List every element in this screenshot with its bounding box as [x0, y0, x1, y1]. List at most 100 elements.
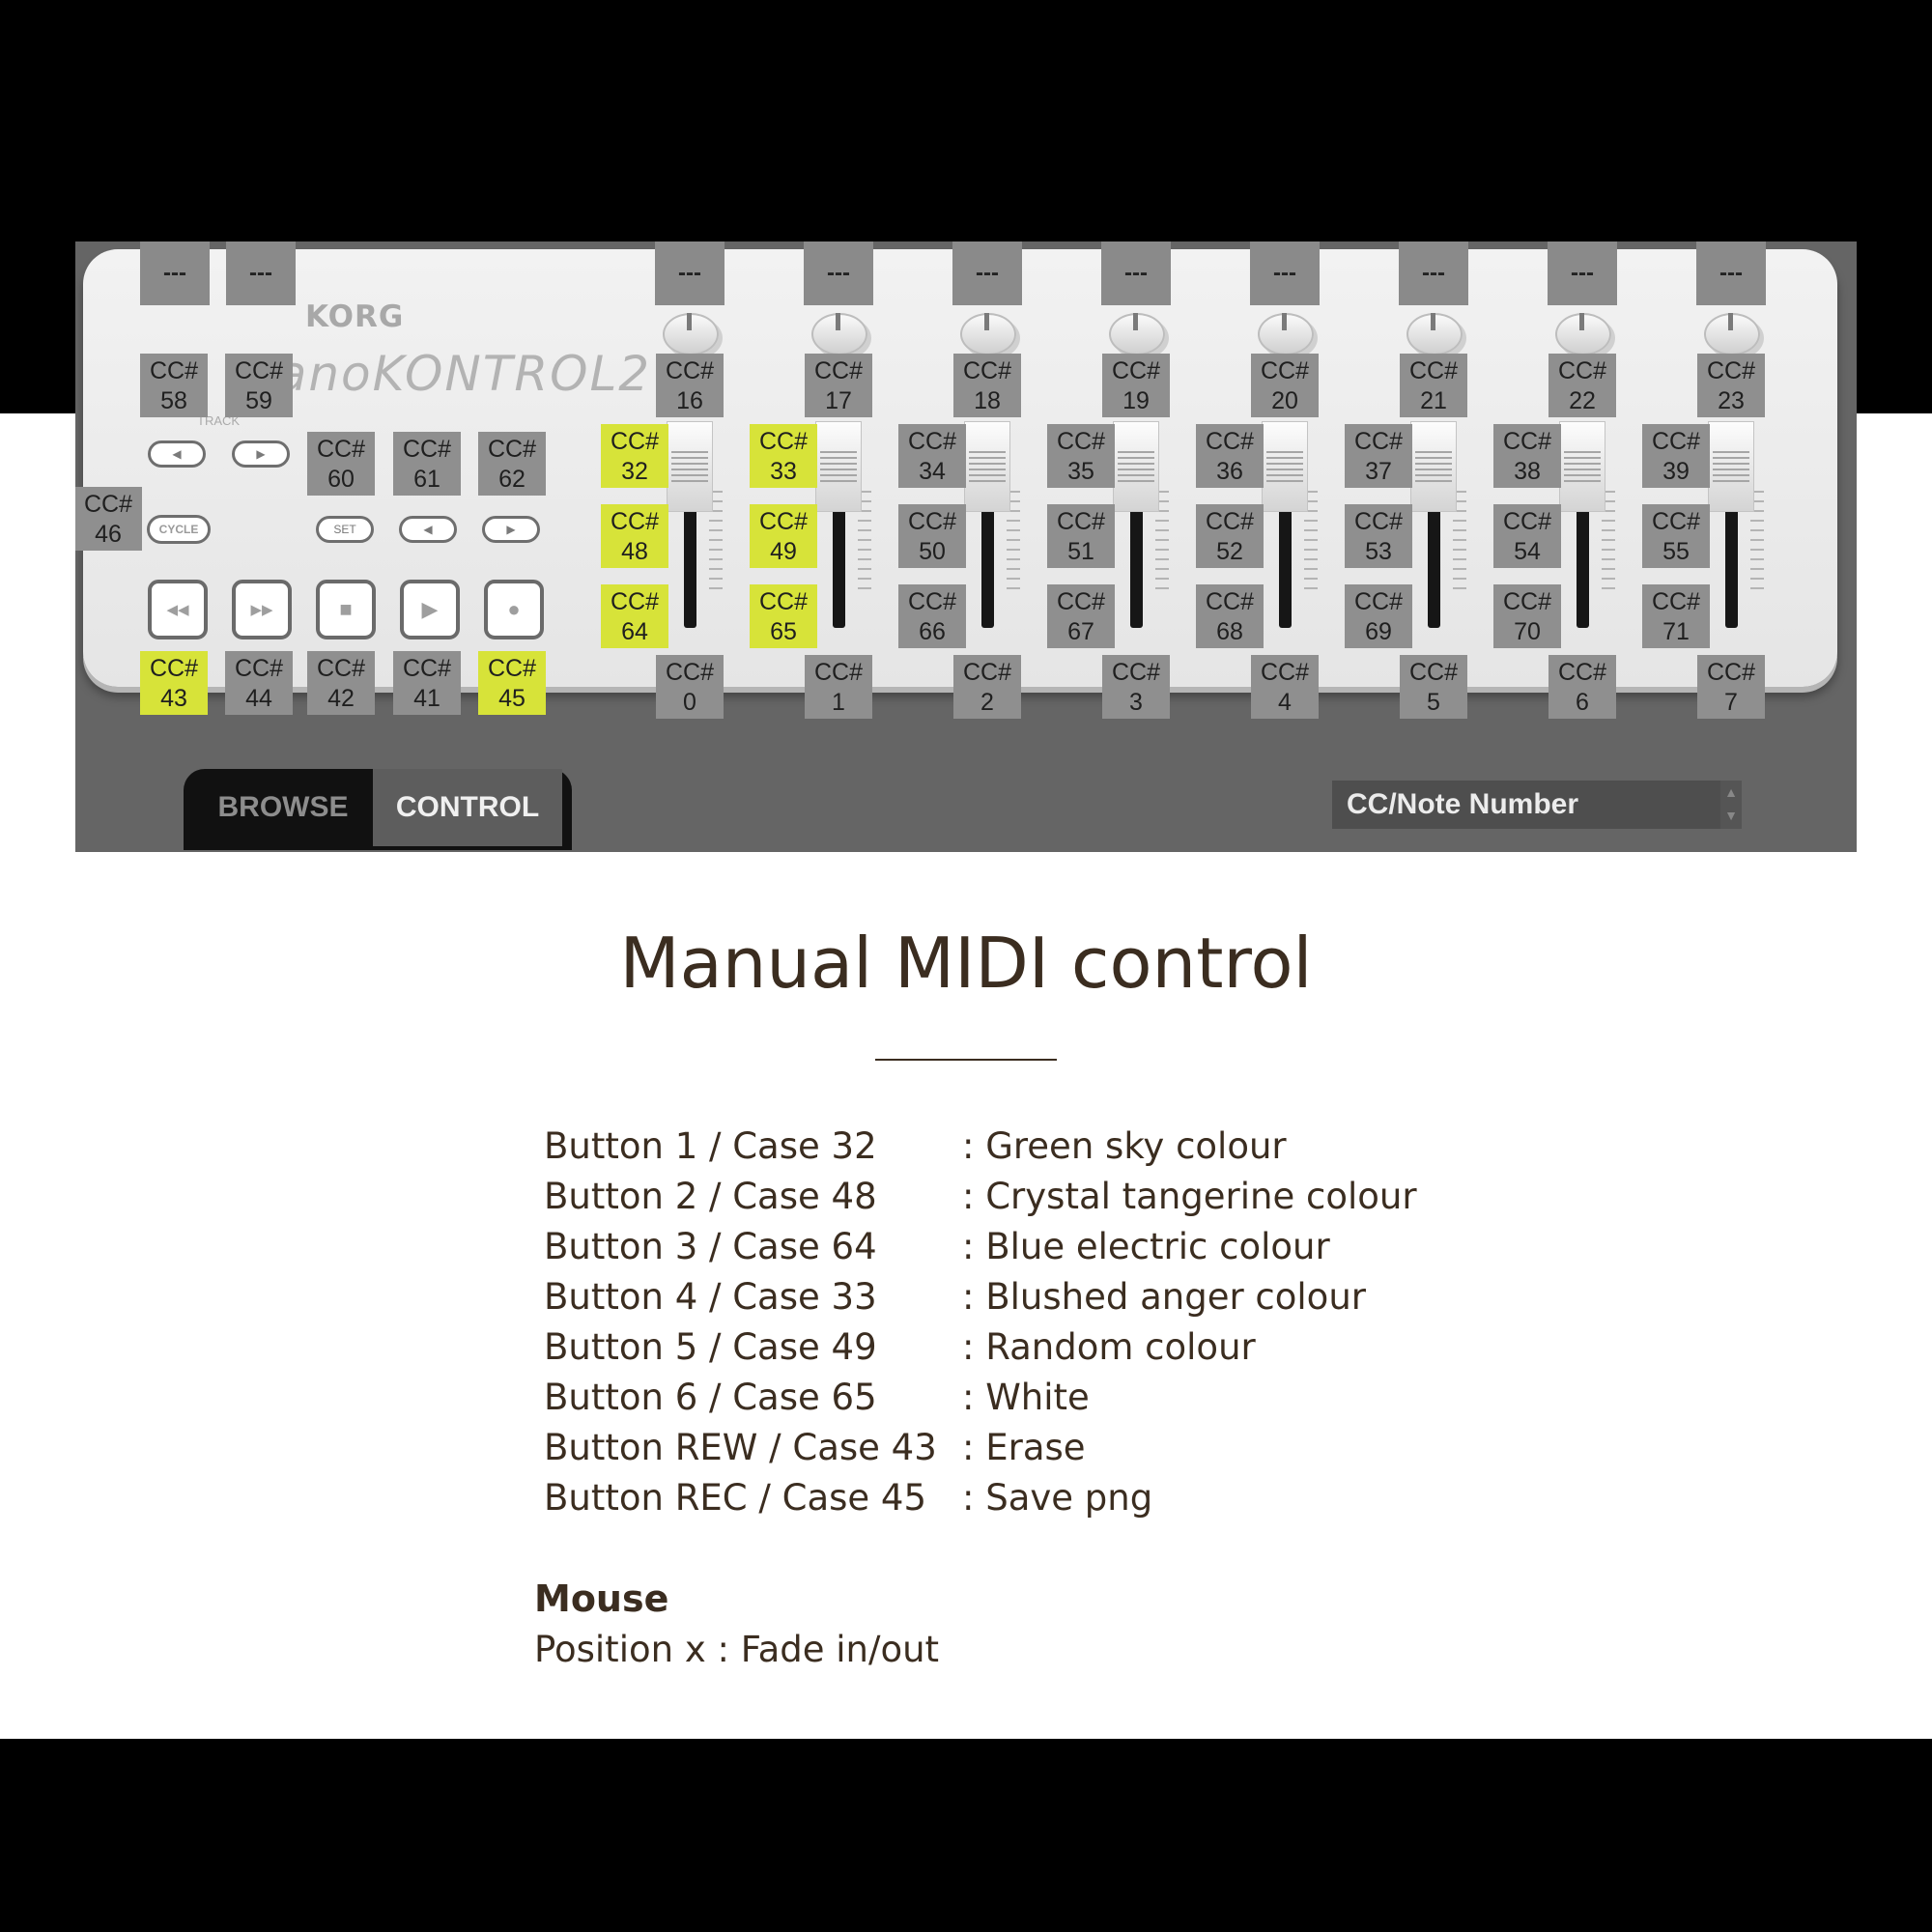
unassigned-label[interactable]: --- — [952, 242, 1022, 305]
cc-label-number: 51 — [1067, 538, 1094, 565]
cc-label[interactable]: CC# 58 — [140, 354, 208, 417]
tab-browse[interactable]: BROWSE — [193, 769, 373, 846]
fader-5[interactable] — [1410, 421, 1457, 512]
cc-label[interactable]: CC# 62 — [478, 432, 546, 496]
unassigned-label[interactable]: --- — [1101, 242, 1171, 305]
cc-label[interactable]: CC# 65 — [750, 584, 817, 648]
cc-label[interactable]: CC# 70 — [1493, 584, 1561, 648]
track-next-button[interactable]: ▶ — [232, 440, 290, 468]
marker-next-button[interactable]: ▶ — [482, 516, 540, 543]
cc-label[interactable]: CC# 1 — [805, 655, 872, 719]
cc-label[interactable]: CC# 39 — [1642, 424, 1710, 488]
unassigned-label[interactable]: --- — [140, 242, 210, 305]
cc-label[interactable]: CC# 69 — [1345, 584, 1412, 648]
cc-label-number: 17 — [825, 387, 852, 414]
cc-label[interactable]: CC# 44 — [225, 651, 293, 715]
cc-label[interactable]: CC# 21 — [1400, 354, 1467, 417]
knob-5[interactable] — [1402, 307, 1465, 355]
knob-6[interactable] — [1550, 307, 1614, 355]
fader-7[interactable] — [1708, 421, 1754, 512]
cc-label-number: 50 — [919, 538, 946, 565]
cc-label[interactable]: CC# 42 — [307, 651, 375, 715]
cc-label[interactable]: CC# 64 — [601, 584, 668, 648]
fader-6[interactable] — [1559, 421, 1605, 512]
cc-label-number: 45 — [498, 685, 526, 712]
marker-prev-button[interactable]: ◀ — [399, 516, 457, 543]
unassigned-label[interactable]: --- — [1548, 242, 1617, 305]
cc-label[interactable]: CC# 2 — [953, 655, 1021, 719]
cc-label[interactable]: CC# 54 — [1493, 504, 1561, 568]
knob-1[interactable] — [807, 307, 870, 355]
cc-label[interactable]: CC# 53 — [1345, 504, 1412, 568]
fader-4[interactable] — [1262, 421, 1308, 512]
cc-label[interactable]: CC# 5 — [1400, 655, 1467, 719]
fader-1[interactable] — [815, 421, 862, 512]
cc-label[interactable]: CC# 60 — [307, 432, 375, 496]
fader-3[interactable] — [1113, 421, 1159, 512]
unassigned-label[interactable]: --- — [655, 242, 724, 305]
tab-control[interactable]: CONTROL — [373, 769, 562, 846]
select-stepper-icon[interactable]: ▲ ▼ — [1720, 781, 1742, 829]
cc-label[interactable]: CC# 16 — [656, 354, 724, 417]
cc-label[interactable]: CC# 17 — [805, 354, 872, 417]
mapping-action: : Crystal tangerine colour — [962, 1176, 1417, 1217]
cc-label[interactable]: CC# 20 — [1251, 354, 1319, 417]
cc-label[interactable]: CC# 18 — [953, 354, 1021, 417]
unassigned-label[interactable]: --- — [1696, 242, 1766, 305]
unassigned-label[interactable]: --- — [226, 242, 296, 305]
cc-label[interactable]: CC# 71 — [1642, 584, 1710, 648]
unassigned-label[interactable]: --- — [1399, 242, 1468, 305]
cc-label[interactable]: CC# 19 — [1102, 354, 1170, 417]
fader-0[interactable] — [667, 421, 713, 512]
cc-label[interactable]: CC# 38 — [1493, 424, 1561, 488]
knob-7[interactable] — [1699, 307, 1763, 355]
record-button[interactable]: ● — [484, 580, 544, 639]
fader-2[interactable] — [964, 421, 1010, 512]
cc-label[interactable]: CC# 32 — [601, 424, 668, 488]
cc-label[interactable]: CC# 61 — [393, 432, 461, 496]
cc-label[interactable]: CC# 50 — [898, 504, 966, 568]
cc-label[interactable]: CC# 45 — [478, 651, 546, 715]
cc-label[interactable]: CC# 49 — [750, 504, 817, 568]
knob-2[interactable] — [955, 307, 1019, 355]
cc-label[interactable]: CC# 48 — [601, 504, 668, 568]
cc-label[interactable]: CC# 6 — [1548, 655, 1616, 719]
cc-label[interactable]: CC# 68 — [1196, 584, 1264, 648]
cc-label[interactable]: CC# 0 — [656, 655, 724, 719]
cc-label[interactable]: CC# 41 — [393, 651, 461, 715]
unassigned-label[interactable]: --- — [804, 242, 873, 305]
marker-next-icon: ▶ — [506, 523, 516, 536]
cc-label[interactable]: CC# 3 — [1102, 655, 1170, 719]
rewind-button[interactable]: ◀◀ — [148, 580, 208, 639]
cc-label[interactable]: CC# 59 — [225, 354, 293, 417]
cycle-button[interactable]: CYCLE — [147, 515, 211, 544]
cc-label[interactable]: CC# 55 — [1642, 504, 1710, 568]
fast-forward-button[interactable]: ▶▶ — [232, 580, 292, 639]
cc-label[interactable]: CC# 35 — [1047, 424, 1115, 488]
cc-label[interactable]: CC# 52 — [1196, 504, 1264, 568]
play-button[interactable]: ▶ — [400, 580, 460, 639]
cc-label[interactable]: CC# 66 — [898, 584, 966, 648]
cc-label[interactable]: CC# 51 — [1047, 504, 1115, 568]
cc-label[interactable]: CC# 23 — [1697, 354, 1765, 417]
track-prev-button[interactable]: ◀ — [148, 440, 206, 468]
marker-set-button[interactable]: SET — [316, 516, 374, 543]
cc-label[interactable]: CC# 36 — [1196, 424, 1264, 488]
cc-label-prefix: CC# — [610, 508, 659, 535]
unassigned-label[interactable]: --- — [1250, 242, 1320, 305]
knob-0[interactable] — [658, 307, 722, 355]
cc-label[interactable]: CC# 46 — [75, 487, 142, 551]
cc-label[interactable]: CC# 4 — [1251, 655, 1319, 719]
cc-label[interactable]: CC# 22 — [1548, 354, 1616, 417]
cc-label[interactable]: CC# 7 — [1697, 655, 1765, 719]
cc-label[interactable]: CC# 37 — [1345, 424, 1412, 488]
cc-label[interactable]: CC# 43 — [140, 651, 208, 715]
fader-grip — [1118, 451, 1154, 484]
cc-note-number-select[interactable]: CC/Note Number — [1332, 781, 1724, 829]
cc-label[interactable]: CC# 33 — [750, 424, 817, 488]
cc-label[interactable]: CC# 67 — [1047, 584, 1115, 648]
knob-3[interactable] — [1104, 307, 1168, 355]
stop-button[interactable]: ■ — [316, 580, 376, 639]
knob-4[interactable] — [1253, 307, 1317, 355]
cc-label[interactable]: CC# 34 — [898, 424, 966, 488]
